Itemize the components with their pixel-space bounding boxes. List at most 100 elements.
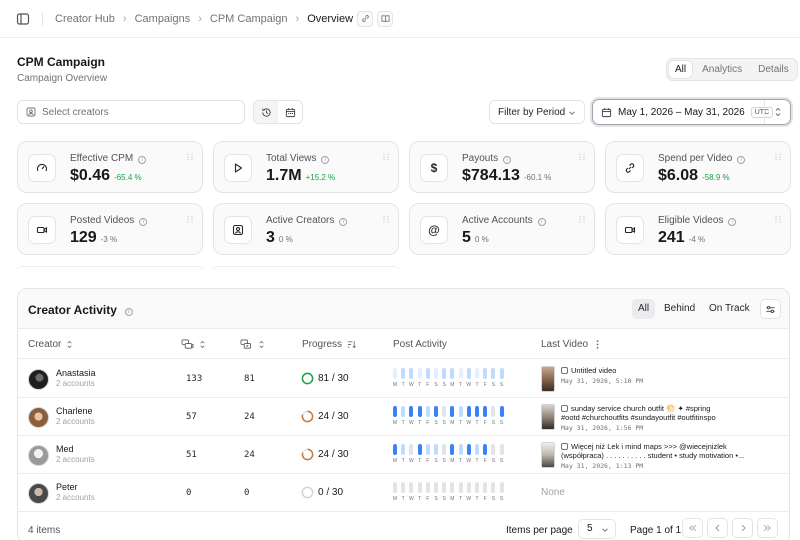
info-icon[interactable]: i — [503, 156, 512, 164]
accounts-video-icon — [181, 339, 194, 350]
activity-bar — [434, 368, 438, 379]
info-icon[interactable]: i — [124, 308, 133, 316]
last-video-title[interactable]: sunday service church outfit 🌕 ✦ #spring… — [561, 404, 773, 422]
more-vertical-icon[interactable] — [596, 340, 599, 349]
info-icon[interactable]: i — [139, 218, 148, 226]
info-icon[interactable]: i — [321, 156, 330, 164]
filter-by-period-select[interactable]: Filter by Period — [489, 100, 585, 124]
activity-bar — [442, 482, 447, 493]
day-letter: W — [409, 420, 414, 426]
column-progress[interactable]: Progress — [302, 339, 356, 350]
link-icon — [361, 15, 369, 22]
day-letter: S — [499, 496, 504, 502]
metric-change: 0 % — [474, 235, 489, 244]
copy-link-button[interactable] — [357, 10, 374, 27]
activity-bar — [483, 406, 488, 417]
day-letter: S — [434, 420, 438, 426]
platform-icon — [561, 367, 568, 374]
breadcrumb-campaigns[interactable]: Campaigns — [135, 13, 191, 25]
drag-handle-icon[interactable] — [382, 215, 390, 223]
tab-analytics[interactable]: Analytics — [696, 61, 748, 78]
info-icon[interactable]: i — [728, 218, 737, 226]
table-row-charlene[interactable]: Charlene 2 accounts 57 24 24 / 30 MTWTFS… — [18, 398, 789, 436]
day-letter: T — [418, 496, 422, 502]
previous-page-button[interactable] — [707, 518, 728, 538]
column-accounts[interactable] — [181, 339, 206, 350]
open-docs-button[interactable] — [377, 10, 394, 27]
gauge-icon — [28, 154, 56, 182]
day-letter: W — [466, 458, 472, 464]
last-video-title-text: Untitled video — [571, 366, 617, 375]
last-video-title[interactable]: Więcej niż Lek i mind maps >>> @wiecejni… — [561, 442, 773, 460]
drag-handle-icon[interactable] — [578, 153, 586, 161]
drag-handle-icon[interactable] — [578, 215, 586, 223]
info-icon[interactable]: i — [138, 156, 147, 164]
column-creator[interactable]: Creator — [28, 339, 73, 350]
tab-all[interactable]: All — [669, 61, 693, 78]
post-activity-bars: MTWTFSSMTWTFSS — [393, 368, 513, 392]
status-filter-all[interactable]: All — [632, 299, 656, 319]
creator-name[interactable]: Peter — [56, 482, 78, 492]
items-per-page-select[interactable]: 5 — [578, 519, 616, 539]
first-page-button[interactable] — [682, 518, 703, 538]
history-toggle[interactable] — [254, 101, 278, 123]
creator-name[interactable]: Charlene — [56, 406, 93, 416]
activity-bar — [475, 482, 479, 493]
next-page-button[interactable] — [732, 518, 753, 538]
day-letter: S — [491, 382, 496, 388]
info-icon[interactable]: i — [339, 218, 348, 226]
calendar-toggle[interactable] — [278, 101, 302, 123]
metric-change: -60.1 % — [523, 173, 552, 182]
drag-handle-icon[interactable] — [186, 215, 194, 223]
info-icon[interactable]: i — [537, 218, 546, 226]
status-filter-on-track[interactable]: On Track — [703, 299, 756, 319]
date-range-picker[interactable]: May 1, 2026 – May 31, 2026 UTC — [592, 99, 791, 125]
day-letter: T — [459, 420, 463, 426]
day-letter: T — [418, 458, 422, 464]
table-settings-button[interactable] — [760, 299, 781, 319]
video-icon — [28, 216, 56, 244]
table-row-peter[interactable]: Peter 2 accounts 0 0 0 / 30 MTWTFSSMTWTF… — [18, 474, 789, 512]
table-row-med[interactable]: Med 2 accounts 51 24 24 / 30 MTWTFSSMTWT… — [18, 436, 789, 474]
activity-bar — [409, 482, 414, 493]
drag-handle-icon[interactable] — [774, 215, 782, 223]
day-letter: T — [475, 496, 479, 502]
video-thumbnail[interactable] — [541, 366, 555, 392]
creator-name[interactable]: Anastasia — [56, 368, 96, 378]
metric-value: 1.7M — [266, 167, 302, 184]
drag-handle-icon[interactable] — [382, 153, 390, 161]
drag-handle-icon[interactable] — [186, 153, 194, 161]
progress-value: 24 / 30 — [318, 411, 349, 422]
column-videos[interactable] — [240, 339, 265, 350]
sidebar-toggle-icon[interactable] — [16, 12, 30, 26]
day-letter: S — [499, 420, 504, 426]
select-creators-input[interactable]: Select creators — [17, 100, 245, 124]
metric-label: Active Creators — [266, 215, 335, 226]
activity-bar — [425, 444, 430, 455]
day-letter: F — [483, 420, 487, 426]
breadcrumb-creator-hub[interactable]: Creator Hub — [55, 13, 115, 25]
breadcrumb-cpm-campaign[interactable]: CPM Campaign — [210, 13, 288, 25]
day-letter: T — [418, 382, 422, 388]
creator-name[interactable]: Med — [56, 444, 74, 454]
activity-bar — [425, 482, 430, 493]
chevron-up-down-icon[interactable] — [764, 100, 790, 124]
video-thumbnail[interactable] — [541, 404, 555, 430]
status-filter-behind[interactable]: Behind — [658, 299, 701, 319]
day-letter: F — [426, 420, 430, 426]
sort-icon — [258, 340, 265, 349]
day-letter: S — [442, 382, 446, 388]
video-thumbnail[interactable] — [541, 442, 555, 468]
metric-value: $0.46 — [70, 167, 111, 184]
tab-details[interactable]: Details — [752, 61, 795, 78]
day-letter: M — [392, 382, 398, 388]
link-icon — [616, 154, 644, 182]
metric-label: Posted Videos — [70, 215, 135, 226]
last-page-button[interactable] — [757, 518, 778, 538]
metric-card-posted-videos: Posted Videos i 129 -3 % — [17, 203, 203, 255]
table-row-anastasia[interactable]: Anastasia 2 accounts 133 81 81 / 30 MTWT… — [18, 360, 789, 398]
last-video-title[interactable]: Untitled video — [561, 366, 773, 375]
drag-handle-icon[interactable] — [774, 153, 782, 161]
activity-bar — [409, 444, 414, 455]
info-icon[interactable]: i — [737, 156, 746, 164]
